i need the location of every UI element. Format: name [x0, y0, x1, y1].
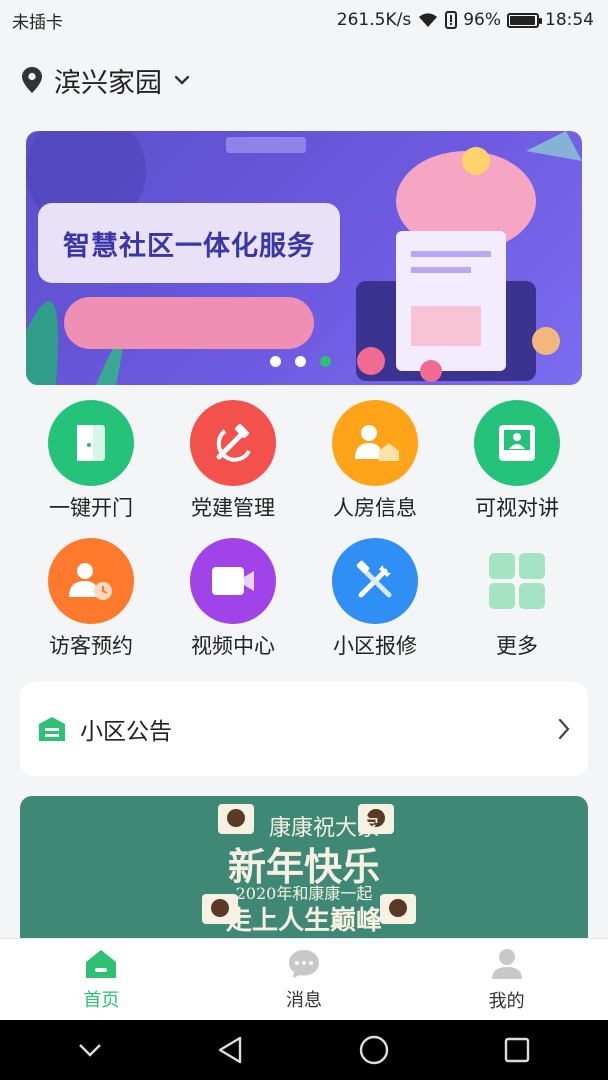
banner-title-box: 智慧社区一体化服务: [38, 203, 340, 283]
video-camera-icon: [190, 538, 276, 624]
promo-banner[interactable]: 智慧社区一体化服务: [26, 131, 582, 385]
menu-label: 更多: [496, 634, 538, 658]
status-right: 261.5K/s 96% 18:54: [337, 10, 594, 30]
menu-label: 党建管理: [191, 496, 275, 520]
menu-label: 访客预约: [49, 634, 133, 658]
repair-tools-icon: [332, 538, 418, 624]
notice-title: 小区公告: [80, 719, 172, 745]
tab-messages[interactable]: 消息: [203, 939, 406, 1020]
banner-action-button[interactable]: [64, 297, 314, 349]
back-icon[interactable]: [216, 1035, 244, 1065]
status-bar: 未插卡 261.5K/s 96% 18:54: [0, 0, 608, 40]
pagination-dot[interactable]: [270, 356, 281, 367]
hammer-sickle-icon: [190, 400, 276, 486]
carrier-text: 未插卡: [12, 12, 63, 33]
location-selector[interactable]: 滨兴家园: [22, 58, 190, 102]
menu-item-door-open[interactable]: 一键开门: [20, 400, 162, 522]
menu-label: 视频中心: [191, 634, 275, 658]
bottom-tab-bar: 首页 消息 我的: [0, 938, 608, 1020]
menu-label: 人房信息: [333, 496, 417, 520]
system-navigation-bar: [0, 1020, 608, 1080]
menu-item-video-center[interactable]: 视频中心: [162, 538, 304, 660]
network-speed: 261.5K/s: [336, 10, 412, 30]
clock: 18:54: [545, 10, 594, 30]
chevron-right-icon: [558, 718, 570, 740]
community-notice-card[interactable]: 小区公告: [20, 682, 588, 776]
menu-item-video-intercom[interactable]: 可视对讲: [446, 400, 588, 522]
news-slogan: 走上人生巅峰: [225, 906, 382, 936]
user-icon: [491, 948, 522, 979]
person-house-icon: [332, 400, 418, 486]
menu-item-resident-info[interactable]: 人房信息: [304, 400, 446, 522]
recents-icon[interactable]: [503, 1036, 531, 1064]
pagination-dot[interactable]: [295, 356, 306, 367]
menu-item-visitor-booking[interactable]: 访客预约: [20, 538, 162, 660]
tab-profile[interactable]: 我的: [405, 939, 608, 1020]
home-circle-icon[interactable]: [358, 1034, 390, 1066]
news-card[interactable]: 康康祝大家 新年快乐 2020年和康康一起 走上人生巅峰: [20, 796, 588, 946]
chevron-down-icon: [174, 75, 190, 85]
banner-title: 智慧社区一体化服务: [63, 230, 315, 262]
battery-percent: 96%: [463, 10, 501, 30]
video-intercom-icon: [474, 400, 560, 486]
tab-label: 消息: [286, 989, 322, 1011]
menu-item-more[interactable]: 更多: [446, 538, 588, 660]
banner-pagination: [270, 356, 331, 367]
message-icon: [289, 949, 319, 978]
door-icon: [48, 400, 134, 486]
home-icon: [86, 949, 117, 978]
menu-label: 一键开门: [49, 496, 133, 520]
battery-icon: [507, 12, 542, 28]
service-menu: 一键开门 党建管理 人房信息 可视对讲 访客预约 视频中心 小区报修 更多: [0, 400, 608, 660]
location-name: 滨兴家园: [54, 67, 162, 99]
tab-label: 首页: [83, 989, 120, 1011]
location-pin-icon: [22, 67, 42, 93]
tab-home[interactable]: 首页: [0, 939, 203, 1020]
menu-label: 可视对讲: [475, 496, 559, 520]
menu-item-party-building[interactable]: 党建管理: [162, 400, 304, 522]
tab-label: 我的: [488, 990, 525, 1012]
collapse-icon[interactable]: [77, 1042, 103, 1058]
wifi-icon: [419, 13, 438, 27]
grid-more-icon: [474, 538, 560, 624]
notice-icon: [39, 717, 65, 741]
pagination-dot-active[interactable]: [320, 356, 331, 367]
visitor-clock-icon: [48, 538, 134, 624]
alert-icon: [445, 11, 458, 29]
menu-label: 小区报修: [333, 634, 417, 658]
menu-item-repair[interactable]: 小区报修: [304, 538, 446, 660]
